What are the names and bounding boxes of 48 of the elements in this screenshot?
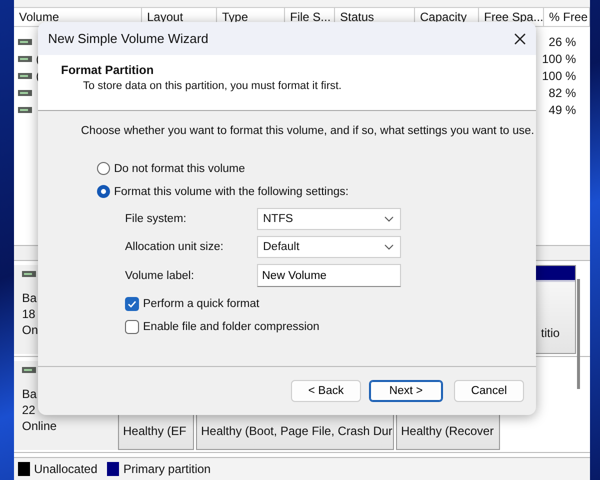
page-subtitle: To store data on this partition, you must format it first.: [82, 80, 343, 92]
disk-label: Online: [22, 419, 57, 433]
input-field[interactable]: New Volume: [257, 264, 401, 287]
table-cell: 100 %: [542, 52, 576, 66]
checkbox-label[interactable]: Enable file and folder compression: [143, 321, 320, 333]
checkbox-label[interactable]: Perform a quick format: [143, 298, 260, 310]
checkbox[interactable]: [125, 320, 139, 334]
partition-status: Healthy (Boot, Page File, Crash Dur: [200, 424, 394, 438]
legend-label: Unallocated: [34, 462, 98, 476]
chevron-down-icon: [384, 216, 394, 222]
checkbox[interactable]: [125, 297, 139, 311]
table-cell: 82 %: [548, 86, 576, 100]
partition-status: Healthy (EF: [122, 424, 188, 438]
drive-icon: [18, 38, 32, 44]
radio-label[interactable]: Do not format this volume: [114, 162, 246, 174]
dialog-button[interactable]: Next >: [369, 380, 443, 402]
field-label: Volume label:: [125, 270, 196, 282]
column-header[interactable]: % Free: [544, 8, 590, 26]
chevron-down-icon: [384, 244, 394, 250]
table-cell: 26 %: [548, 34, 576, 48]
drive-icon: [18, 106, 32, 112]
instruction-text: Choose whether you want to format this volume, and if so, what settings you want to use.: [81, 125, 536, 137]
dropdown[interactable]: Default: [257, 236, 401, 258]
radio-label[interactable]: Format this volume with the following settings:: [114, 186, 349, 198]
disk-label: On: [22, 323, 38, 337]
table-cell: 100 %: [542, 68, 576, 82]
disk-label: Ba: [22, 291, 37, 305]
radio-button[interactable]: [97, 162, 110, 175]
scrollbar[interactable]: [577, 279, 580, 389]
dropdown[interactable]: NTFS: [257, 208, 401, 230]
table-cell: 49 %: [548, 102, 576, 116]
field-label: File system:: [125, 213, 188, 225]
legend-label: Primary partition: [123, 462, 211, 476]
disk-label: 18: [22, 307, 36, 321]
partition-status: titio: [540, 326, 560, 340]
drive-icon: [18, 90, 32, 96]
dialog-button[interactable]: < Back: [291, 380, 361, 402]
radio-button[interactable]: [97, 185, 110, 198]
disk-label: 22: [22, 403, 36, 417]
disk-label: Ba: [22, 387, 37, 401]
window-title: New Simple Volume Wizard: [48, 31, 208, 46]
partition-status: Healthy (Recover: [400, 424, 495, 438]
page-heading: Format Partition: [61, 63, 155, 77]
drive-icon: [18, 56, 32, 62]
field-label: Allocation unit size:: [125, 241, 224, 253]
close-icon[interactable]: [514, 32, 526, 44]
drive-icon: [18, 72, 32, 78]
dialog-button[interactable]: Cancel: [454, 380, 524, 402]
